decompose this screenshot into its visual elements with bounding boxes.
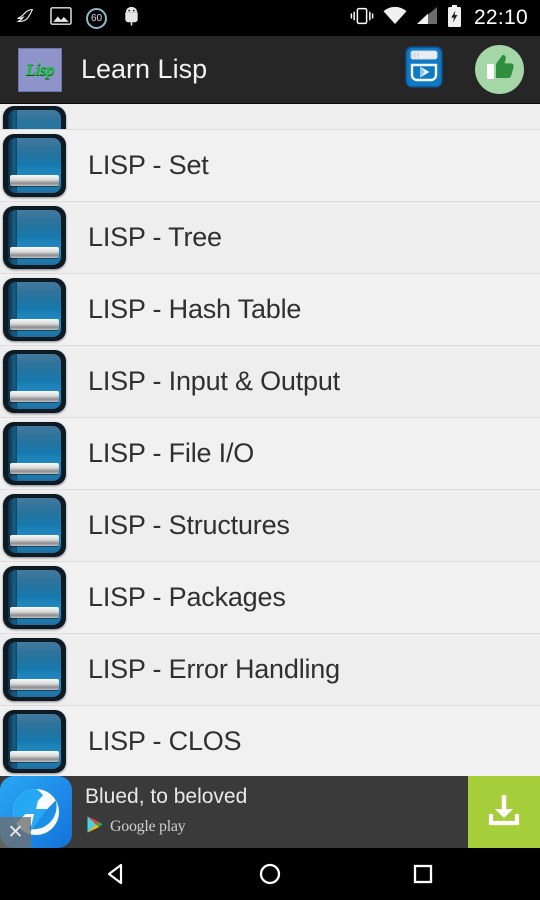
play-store-shelf-icon [401, 43, 447, 96]
list-item-label: LISP - Error Handling [88, 654, 340, 684]
app-logo-icon: Lisp [18, 47, 62, 92]
google-play-icon [85, 815, 104, 839]
list-item-label: LISP - Structures [88, 510, 290, 540]
status-bar: 60 22:10 [0, 0, 540, 36]
list-item[interactable]: LISP - Structures [0, 490, 540, 562]
ad-icon-container: ✕ [0, 776, 72, 848]
book-icon [3, 638, 66, 701]
book-icon [3, 494, 66, 557]
list-item-label: LISP - CLOS [88, 726, 242, 756]
list-item[interactable]: LISP - Hash Table [0, 274, 540, 346]
ad-install-button[interactable] [468, 776, 540, 848]
rate-app-button[interactable] [475, 45, 524, 94]
android-mascot-icon [121, 5, 142, 32]
status-bar-system-icons: 22:10 [350, 4, 528, 32]
book-icon [3, 206, 66, 269]
app-logo-text: Lisp [25, 59, 55, 79]
gallery-image-icon [50, 6, 72, 31]
topic-list[interactable]: LISP - Set LISP - Tree LISP - Hash Table… [0, 104, 540, 776]
nav-back-button[interactable] [87, 848, 147, 900]
list-item[interactable]: LISP - CLOS [0, 706, 540, 776]
app-bar: Lisp Learn Lisp [0, 36, 540, 104]
more-apps-button[interactable] [401, 43, 447, 96]
list-item-label: LISP - Input & Output [88, 366, 340, 396]
list-item[interactable]: LISP - Error Handling [0, 634, 540, 706]
list-item[interactable]: LISP - Set [0, 130, 540, 202]
list-item-partial[interactable] [0, 104, 540, 130]
ad-close-button[interactable]: ✕ [0, 817, 31, 848]
list-item-label: LISP - File I/O [88, 438, 255, 468]
book-icon [3, 350, 66, 413]
list-item[interactable]: LISP - Packages [0, 562, 540, 634]
ad-store-attribution: Google play [85, 815, 468, 839]
wifi-icon [383, 6, 407, 30]
app-bar-actions [401, 43, 524, 96]
nav-home-button[interactable] [240, 848, 300, 900]
thumbs-up-icon [484, 51, 516, 88]
book-icon [3, 278, 66, 341]
list-item[interactable]: LISP - Tree [0, 202, 540, 274]
vibrate-icon [350, 6, 374, 31]
status-bar-notifications: 60 [14, 5, 142, 32]
book-icon [3, 422, 66, 485]
download-icon [484, 790, 524, 835]
status-bar-clock: 22:10 [473, 6, 528, 29]
battery-charging-icon [447, 4, 462, 32]
book-icon [3, 710, 66, 773]
list-item[interactable]: LISP - Input & Output [0, 346, 540, 418]
ad-banner[interactable]: ✕ Blued, to beloved Google play [0, 776, 540, 848]
list-item[interactable]: LISP - File I/O [0, 418, 540, 490]
book-icon [3, 106, 66, 129]
book-icon [3, 566, 66, 629]
list-item-label: LISP - Tree [88, 222, 222, 252]
ad-content[interactable]: Blued, to beloved Google play [72, 776, 468, 848]
list-item-label: LISP - Packages [88, 582, 286, 612]
page-title: Learn Lisp [81, 54, 208, 84]
speed-limit-value: 60 [90, 12, 103, 24]
signal-icon [416, 6, 438, 30]
list-item-label: LISP - Set [88, 150, 209, 180]
phone-screen: 60 22:10 Lisp Learn Lisp LISP - Set LISP… [0, 0, 540, 900]
ad-title: Blued, to beloved [85, 785, 248, 808]
nav-recents-button[interactable] [393, 848, 453, 900]
speed-limit-icon: 60 [86, 7, 107, 29]
book-icon [3, 134, 66, 197]
swallow-notification-icon [14, 5, 36, 32]
android-navigation-bar [0, 848, 540, 900]
ad-store-label: Google play [110, 818, 186, 835]
list-item-label: LISP - Hash Table [88, 294, 302, 324]
